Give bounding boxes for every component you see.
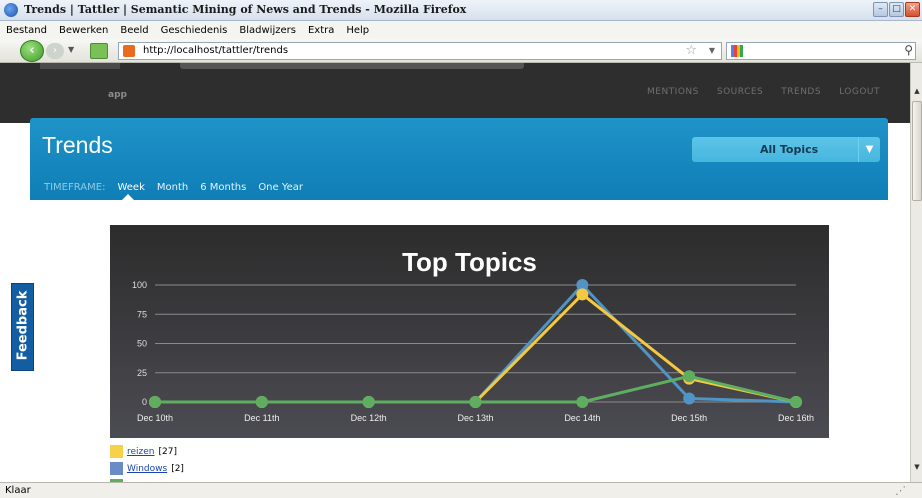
address-bar[interactable]: http://localhost/tattler/trends ☆ ▼ — [118, 42, 722, 60]
menu-extra[interactable]: Extra — [308, 25, 334, 36]
menu-help[interactable]: Help — [346, 25, 369, 36]
nav-logout[interactable]: LOGOUT — [839, 87, 880, 97]
y-tick-label: 25 — [137, 368, 147, 378]
timeframe-label: TIMEFRAME: — [44, 182, 106, 193]
url-text[interactable]: http://localhost/tattler/trends — [143, 45, 288, 56]
x-tick-label: Dec 10th — [137, 413, 173, 423]
window-title: Trends | Tattler | Semantic Mining of Ne… — [24, 3, 467, 16]
x-tick-label: Dec 12th — [351, 413, 387, 423]
scrollbar-thumb[interactable] — [912, 101, 922, 201]
series-line-1 — [155, 292, 797, 404]
site-logo[interactable] — [40, 63, 120, 69]
topic-select-value: All Topics — [760, 143, 819, 156]
x-tick-label: Dec 15th — [671, 413, 707, 423]
chart-legend: reizen [27] Windows [2] — [110, 444, 184, 482]
history-dropdown-icon[interactable]: ▼ — [68, 45, 74, 54]
status-text: Klaar — [5, 485, 31, 496]
legend-swatch — [110, 445, 123, 458]
y-tick-label: 75 — [137, 309, 147, 319]
legend-item: Windows [2] — [110, 461, 184, 476]
resize-grip-icon[interactable]: ⋰ — [895, 484, 906, 497]
menu-bar: Bestand Bewerken Beeld Geschiedenis Blad… — [0, 21, 922, 39]
nav-mentions[interactable]: MENTIONS — [647, 87, 699, 97]
window-titlebar: Trends | Tattler | Semantic Mining of Ne… — [0, 0, 922, 21]
menu-bestand[interactable]: Bestand — [6, 25, 47, 36]
tab-one-year[interactable]: One Year — [258, 182, 303, 193]
menu-beeld[interactable]: Beeld — [120, 25, 148, 36]
x-tick-label: Dec 16th — [778, 413, 814, 423]
timeframe-tabs: TIMEFRAME: Week Month 6 Months One Year — [44, 182, 303, 193]
chart-title: Top Topics — [402, 247, 537, 277]
data-point — [576, 288, 589, 301]
bookmark-star-icon[interactable]: ☆ — [685, 43, 697, 58]
tab-6-months[interactable]: 6 Months — [200, 182, 246, 193]
data-point — [576, 396, 589, 408]
top-topics-chart: Top Topics 0 25 50 75 100 Dec 10th Dec 11th Dec … — [110, 225, 829, 438]
navigation-toolbar: ‹ › ▼ http://localhost/tattler/trends ☆ … — [0, 39, 922, 63]
close-button[interactable]: ✕ — [905, 2, 920, 17]
minimize-button[interactable]: – — [873, 2, 888, 17]
maximize-button[interactable]: □ — [889, 2, 904, 17]
site-nav: MENTIONS SOURCES TRENDS LOGOUT — [647, 87, 880, 97]
topic-select[interactable]: All Topics ▼ — [692, 137, 880, 162]
site-favicon-icon — [123, 45, 135, 57]
back-button[interactable]: ‹ — [20, 40, 44, 62]
tab-week[interactable]: Week — [117, 182, 144, 193]
legend-link-windows[interactable]: Windows — [127, 464, 167, 474]
menu-geschiedenis[interactable]: Geschiedenis — [161, 25, 228, 36]
x-tick-label: Dec 11th — [244, 413, 279, 423]
data-point — [255, 396, 268, 408]
scroll-down-icon[interactable]: ▼ — [912, 463, 922, 475]
menu-bewerken[interactable]: Bewerken — [59, 25, 108, 36]
page-title: Trends — [42, 132, 113, 158]
menu-bladwijzers[interactable]: Bladwijzers — [239, 25, 296, 36]
url-dropdown-icon[interactable]: ▼ — [709, 46, 715, 55]
x-tick-label: Dec 13th — [457, 413, 493, 423]
status-bar: Klaar ⋰ — [0, 482, 922, 498]
nav-trends[interactable]: TRENDS — [781, 87, 821, 97]
data-point — [683, 370, 696, 383]
search-box[interactable]: ⚲ — [726, 42, 916, 60]
site-search-input[interactable] — [180, 63, 524, 69]
y-tick-label: 0 — [142, 397, 147, 407]
search-icon[interactable]: ⚲ — [904, 43, 913, 57]
window-controls: – □ ✕ — [873, 2, 920, 17]
page-viewport: app MENTIONS SOURCES TRENDS LOGOUT Trend… — [0, 63, 910, 482]
legend-link-reizen[interactable]: reizen — [127, 447, 155, 457]
nav-sources[interactable]: SOURCES — [717, 87, 763, 97]
vertical-scrollbar[interactable]: ▲ ▼ — [910, 63, 922, 482]
legend-count: [2] — [171, 463, 184, 474]
x-tick-label: Dec 14th — [564, 413, 600, 423]
data-point — [149, 396, 161, 408]
legend-count: [27] — [158, 446, 177, 457]
legend-swatch — [110, 462, 123, 475]
forward-button[interactable]: › — [46, 43, 64, 59]
trends-panel-header: Trends All Topics ▼ TIMEFRAME: Week Mont… — [30, 118, 888, 200]
home-icon[interactable] — [90, 43, 108, 59]
scroll-up-icon[interactable]: ▲ — [912, 87, 922, 99]
data-point — [469, 396, 482, 408]
site-header: app MENTIONS SOURCES TRENDS LOGOUT — [0, 63, 910, 123]
feedback-tab[interactable]: Feedback — [11, 283, 34, 371]
firefox-icon — [4, 3, 18, 17]
legend-item: reizen [27] — [110, 444, 184, 459]
logo-subtitle: app — [108, 90, 127, 100]
feedback-label: Feedback — [15, 290, 31, 361]
data-point — [790, 396, 802, 408]
y-tick-label: 50 — [137, 339, 147, 349]
data-point — [362, 396, 375, 408]
search-engine-icon[interactable] — [731, 45, 743, 57]
chevron-down-icon[interactable]: ▼ — [858, 137, 880, 162]
y-tick-label: 100 — [132, 280, 147, 290]
tab-month[interactable]: Month — [157, 182, 188, 193]
data-point — [683, 392, 696, 405]
